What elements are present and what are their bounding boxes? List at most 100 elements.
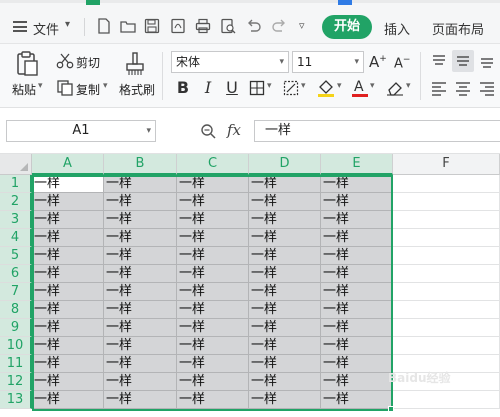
borders-dropdown-icon[interactable]: ▾ (267, 81, 272, 91)
print-preview-icon[interactable] (219, 17, 237, 35)
row-header-10[interactable]: 10 (0, 337, 32, 355)
row-header-5[interactable]: 5 (0, 247, 32, 265)
paste-icon[interactable] (14, 50, 40, 78)
cell-f7[interactable] (393, 283, 500, 301)
increase-font-size-icon[interactable]: A+ (369, 53, 387, 71)
cell-d8[interactable]: 一样 (249, 301, 321, 319)
column-header-a[interactable]: A (32, 154, 104, 175)
cut-button[interactable]: 剪切 (76, 54, 100, 71)
document-tab-indicator-blue[interactable] (338, 0, 352, 5)
cell-d2[interactable]: 一样 (249, 193, 321, 211)
file-menu[interactable]: 文件 (33, 19, 59, 38)
row-header-6[interactable]: 6 (0, 265, 32, 283)
row-header-13[interactable]: 13 (0, 391, 32, 409)
italic-button[interactable]: I (199, 78, 217, 97)
chevron-down-icon[interactable]: ▾ (354, 52, 359, 72)
column-header-f[interactable]: F (393, 154, 500, 175)
row-header-4[interactable]: 4 (0, 229, 32, 247)
document-tab-indicator[interactable] (86, 0, 100, 5)
zoom-search-icon[interactable] (200, 123, 217, 140)
cell-b13[interactable]: 一样 (104, 391, 177, 409)
cell-d4[interactable]: 一样 (249, 229, 321, 247)
cell-style-icon[interactable] (283, 80, 299, 96)
cell-a8[interactable]: 一样 (32, 301, 104, 319)
cell-c10[interactable]: 一样 (177, 337, 249, 355)
cell-a1[interactable]: 一样 (32, 175, 104, 193)
underline-button[interactable]: U (223, 78, 241, 97)
row-header-2[interactable]: 2 (0, 193, 32, 211)
new-doc-icon[interactable] (95, 17, 113, 35)
export-pdf-icon[interactable] (169, 17, 187, 35)
fill-handle[interactable] (388, 406, 394, 412)
format-painter-button[interactable]: 格式刷 (119, 81, 155, 98)
cell-e4[interactable]: 一样 (321, 229, 393, 247)
cell-b12[interactable]: 一样 (104, 373, 177, 391)
cell-e9[interactable]: 一样 (321, 319, 393, 337)
cell-d6[interactable]: 一样 (249, 265, 321, 283)
cell-b8[interactable]: 一样 (104, 301, 177, 319)
cell-f3[interactable] (393, 211, 500, 229)
align-right-icon[interactable] (476, 77, 498, 99)
cell-a5[interactable]: 一样 (32, 247, 104, 265)
cell-e12[interactable]: 一样 (321, 373, 393, 391)
align-middle-icon[interactable] (452, 50, 474, 72)
copy-dropdown-icon[interactable]: ▾ (103, 81, 108, 91)
cell-style-dropdown-icon[interactable]: ▾ (301, 81, 306, 91)
chevron-down-icon[interactable]: ▾ (146, 121, 151, 141)
cell-d11[interactable]: 一样 (249, 355, 321, 373)
cell-f2[interactable] (393, 193, 500, 211)
row-header-7[interactable]: 7 (0, 283, 32, 301)
format-painter-icon[interactable] (124, 51, 146, 77)
align-center-icon[interactable] (452, 77, 474, 99)
cell-c3[interactable]: 一样 (177, 211, 249, 229)
align-left-icon[interactable] (428, 77, 450, 99)
cell-a2[interactable]: 一样 (32, 193, 104, 211)
cell-a4[interactable]: 一样 (32, 229, 104, 247)
row-header-3[interactable]: 3 (0, 211, 32, 229)
cell-f10[interactable] (393, 337, 500, 355)
cell-a11[interactable]: 一样 (32, 355, 104, 373)
chevron-down-icon[interactable]: ▾ (65, 19, 70, 30)
cell-a10[interactable]: 一样 (32, 337, 104, 355)
undo-icon[interactable] (245, 17, 263, 35)
cell-c4[interactable]: 一样 (177, 229, 249, 247)
align-bottom-icon[interactable] (476, 50, 498, 72)
cell-e13[interactable]: 一样 (321, 391, 393, 409)
bold-button[interactable]: B (174, 78, 192, 97)
scissors-icon[interactable] (56, 52, 74, 70)
select-all-corner[interactable] (0, 154, 32, 175)
align-top-icon[interactable] (428, 50, 450, 72)
cell-b1[interactable]: 一样 (104, 175, 177, 193)
cell-b5[interactable]: 一样 (104, 247, 177, 265)
column-header-e[interactable]: E (321, 154, 393, 175)
cell-b2[interactable]: 一样 (104, 193, 177, 211)
cell-c2[interactable]: 一样 (177, 193, 249, 211)
hamburger-menu-icon[interactable] (13, 21, 27, 32)
tab-page-layout[interactable]: 页面布局 (432, 19, 484, 38)
copy-button[interactable]: 复制 (76, 81, 100, 98)
fill-color-dropdown-icon[interactable]: ▾ (337, 81, 342, 91)
cell-e7[interactable]: 一样 (321, 283, 393, 301)
cell-f8[interactable] (393, 301, 500, 319)
paste-dropdown-icon[interactable]: ▾ (38, 81, 43, 91)
row-header-9[interactable]: 9 (0, 319, 32, 337)
paste-button[interactable]: 粘贴 (12, 81, 36, 98)
tab-start[interactable]: 开始 (322, 15, 372, 39)
cell-c12[interactable]: 一样 (177, 373, 249, 391)
cell-f9[interactable] (393, 319, 500, 337)
cell-c8[interactable]: 一样 (177, 301, 249, 319)
cell-e10[interactable]: 一样 (321, 337, 393, 355)
decrease-font-size-icon[interactable]: A− (394, 55, 410, 71)
cell-a6[interactable]: 一样 (32, 265, 104, 283)
cell-e8[interactable]: 一样 (321, 301, 393, 319)
cell-d9[interactable]: 一样 (249, 319, 321, 337)
cell-c11[interactable]: 一样 (177, 355, 249, 373)
cell-f5[interactable] (393, 247, 500, 265)
chevron-down-icon[interactable]: ▾ (279, 52, 284, 72)
formula-input[interactable]: 一样 (254, 120, 500, 142)
tab-insert[interactable]: 插入 (384, 19, 410, 38)
column-header-d[interactable]: D (249, 154, 321, 175)
cell-e2[interactable]: 一样 (321, 193, 393, 211)
row-header-8[interactable]: 8 (0, 301, 32, 319)
cell-d3[interactable]: 一样 (249, 211, 321, 229)
